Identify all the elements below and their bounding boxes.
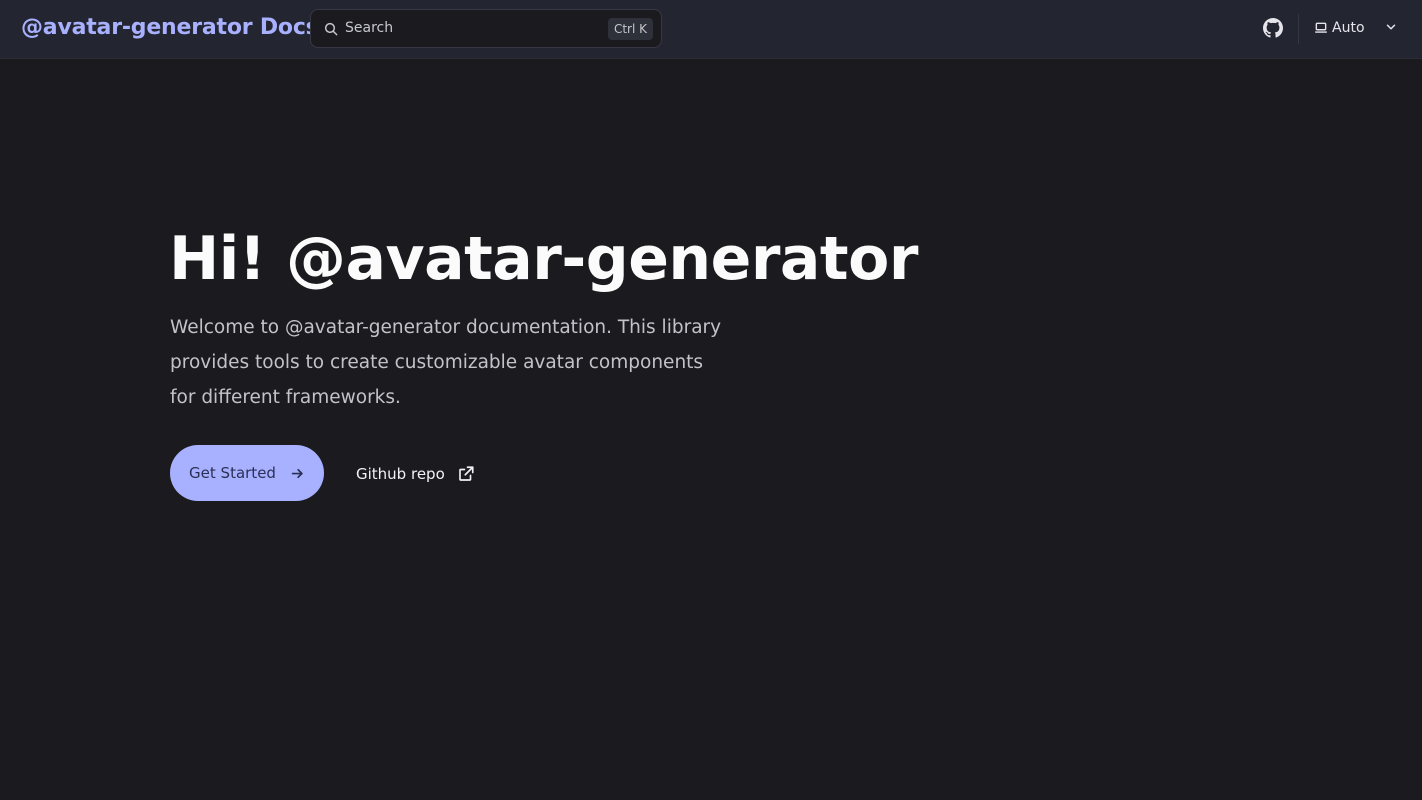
github-icon[interactable] [1263,18,1283,38]
github-repo-link[interactable]: Github repo [356,462,475,486]
hero-title: Hi! @avatar-generator [169,224,918,294]
top-navbar: @avatar-generator Docs Search Ctrl K Aut… [0,0,1422,59]
appearance-switcher[interactable]: Auto [1314,16,1404,40]
navbar-divider [1298,14,1299,44]
search-icon [324,22,338,36]
arrow-right-icon [291,468,303,478]
chevron-down-icon [1386,24,1396,30]
site-title[interactable]: @avatar-generator Docs [21,15,319,40]
search-placeholder: Search [345,20,394,36]
monitor-icon [1315,22,1327,33]
appearance-label: Auto [1332,20,1365,36]
hero-description: Welcome to @avatar-generator documentati… [170,317,722,408]
get-started-button[interactable]: Get Started [170,445,324,501]
search-shortcut-badge: Ctrl K [607,18,653,40]
get-started-label: Get Started [189,464,276,482]
external-link-icon [458,466,474,481]
github-repo-label: Github repo [356,465,445,483]
search-box[interactable]: Search Ctrl K [310,9,662,48]
